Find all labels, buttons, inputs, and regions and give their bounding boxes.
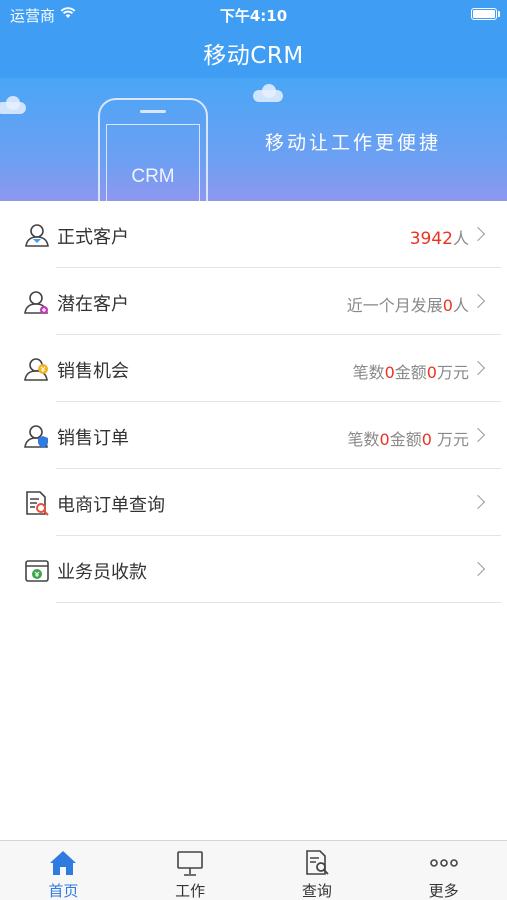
chevron-right-icon (470, 561, 486, 577)
phone-label: CRM (131, 166, 175, 187)
list-item-salesperson-payments[interactable]: 业务员收款 (0, 536, 507, 603)
tab-more[interactable]: 更多 (380, 841, 507, 900)
value-text: 笔数 (352, 363, 385, 382)
list-item-value: 笔数0金额0万元 (353, 359, 469, 383)
battery-icon (471, 8, 497, 20)
list-item-value: 近一个月发展0人 (347, 292, 469, 316)
order-amount: 0 (421, 430, 432, 449)
chevron-right-icon (470, 427, 486, 443)
more-icon (429, 859, 458, 867)
tab-bar: 首页 工作 查询 更多 (0, 840, 507, 900)
list-item-label: 销售机会 (57, 361, 129, 382)
unit-label: 人 (452, 229, 469, 248)
home-icon (50, 851, 77, 875)
unit-label: 人 (452, 296, 469, 315)
list-item-sales-opportunities[interactable]: 销售机会 笔数0金额0万元 (0, 335, 507, 402)
value-text: 近一个月发展 (346, 296, 443, 315)
status-time: 下午4:10 (219, 7, 288, 25)
list-item-ecommerce-orders[interactable]: 电商订单查询 (0, 469, 507, 536)
cloud-icon (262, 84, 276, 98)
list-item-formal-customers[interactable]: 正式客户 3942人 (0, 201, 507, 268)
user-add-icon (24, 291, 48, 314)
menu-list: 正式客户 3942人 潜在客户 近一个月发展0人 销售机会 笔数0金额0万元 销… (0, 201, 507, 603)
tab-label: 首页 (48, 882, 79, 900)
wallet-icon (25, 560, 49, 582)
tab-label: 查询 (301, 882, 332, 900)
value-text: 笔数 (347, 430, 380, 449)
tab-home[interactable]: 首页 (0, 841, 127, 900)
list-item-label: 销售订单 (57, 428, 129, 449)
user-shield-icon (24, 425, 48, 448)
list-item-potential-customers[interactable]: 潜在客户 近一个月发展0人 (0, 268, 507, 335)
list-item-label: 潜在客户 (57, 294, 129, 315)
user-icon (25, 224, 49, 247)
battery-tip (498, 11, 500, 17)
phone-illustration: CRM (98, 98, 208, 201)
value-text: 金额 (389, 430, 422, 449)
list-item-label: 正式客户 (57, 227, 129, 248)
user-coin-icon (24, 358, 48, 381)
opportunity-amount: 0 (426, 363, 437, 382)
list-item-value: 3942人 (410, 225, 469, 249)
tab-work[interactable]: 工作 (127, 841, 254, 900)
divider (56, 602, 501, 603)
list-item-sales-orders[interactable]: 销售订单 笔数0金额0 万元 (0, 402, 507, 469)
status-bar: 运营商 下午4:10 (0, 0, 507, 28)
chevron-right-icon (470, 293, 486, 309)
monitor-icon (177, 851, 203, 876)
phone-screen (106, 124, 200, 201)
tab-label: 更多 (428, 882, 459, 900)
value-text: 金额 (394, 363, 427, 382)
chevron-right-icon (470, 360, 486, 376)
list-item-label: 电商订单查询 (57, 495, 165, 516)
tab-label: 工作 (175, 882, 206, 900)
list-item-label: 业务员收款 (57, 562, 147, 583)
tab-query[interactable]: 查询 (254, 841, 381, 900)
search-document-icon (306, 850, 329, 875)
opportunity-count: 0 (384, 363, 395, 382)
order-count: 0 (379, 430, 390, 449)
document-search-icon (26, 491, 49, 516)
potential-count: 0 (442, 296, 453, 315)
phone-speaker (140, 110, 166, 113)
customer-count: 3942 (409, 229, 453, 249)
list-item-value: 笔数0金额0 万元 (348, 426, 470, 450)
page-title: 移动CRM (203, 43, 304, 69)
banner-slogan: 移动让工作更便捷 (265, 132, 442, 154)
unit-label: 万元 (436, 363, 469, 382)
banner: CRM 移动让工作更便捷 (0, 78, 507, 201)
chevron-right-icon (470, 494, 486, 510)
unit-label: 万元 (431, 430, 469, 449)
chevron-right-icon (470, 226, 486, 242)
cloud-icon (6, 96, 20, 110)
header: 运营商 下午4:10 移动CRM (0, 0, 507, 78)
